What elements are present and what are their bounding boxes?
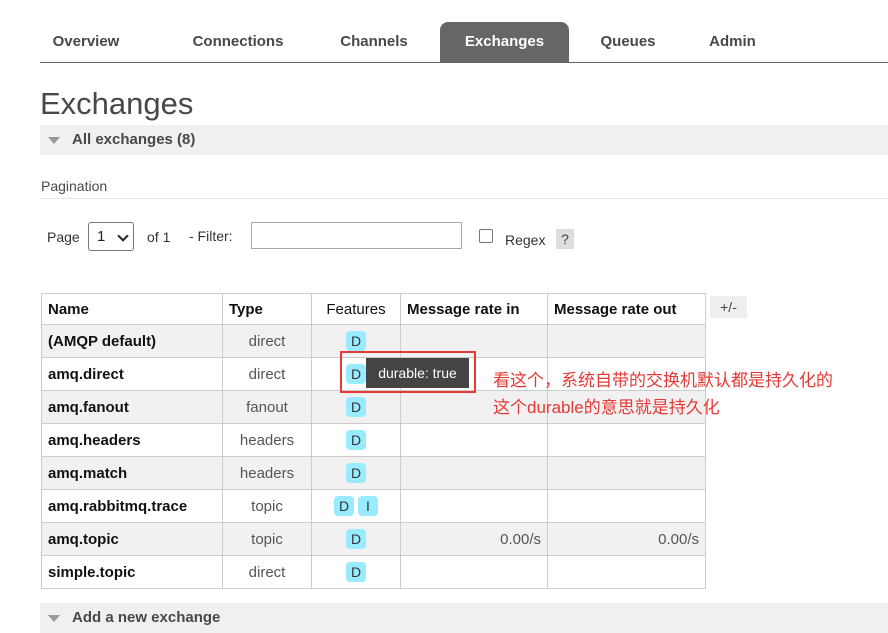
- collapse-triangle-icon: [48, 615, 60, 622]
- tab-channels[interactable]: Channels: [325, 22, 423, 62]
- tab-admin[interactable]: Admin: [695, 22, 770, 62]
- col-header-rate-out: Message rate out: [547, 293, 706, 325]
- nav-tabs: Overview Connections Channels Exchanges …: [40, 22, 888, 63]
- filter-label: - Filter:: [189, 228, 233, 244]
- table-header-row: Name Type Features Message rate in Messa…: [41, 293, 706, 325]
- exchange-type: direct: [222, 555, 312, 589]
- table-row: amq.topic topic D 0.00/s 0.00/s: [41, 522, 706, 556]
- exchange-type: topic: [222, 522, 312, 556]
- page-title: Exchanges: [40, 86, 194, 121]
- rate-out-cell: 0.00/s: [547, 522, 706, 556]
- exchange-name-link[interactable]: simple.topic: [41, 555, 223, 589]
- features-cell: D: [311, 522, 401, 556]
- rate-in-cell: [400, 489, 548, 523]
- exchange-name-link[interactable]: amq.match: [41, 456, 223, 490]
- collapse-triangle-icon: [48, 137, 60, 144]
- exchange-type: direct: [222, 357, 312, 391]
- durable-badge[interactable]: D: [334, 496, 354, 516]
- page-count-label: of 1: [147, 229, 171, 245]
- col-header-features: Features: [311, 293, 401, 325]
- column-toggle-button[interactable]: +/-: [710, 296, 747, 318]
- durable-badge[interactable]: D: [346, 529, 366, 549]
- rate-out-cell: [547, 324, 706, 358]
- rate-out-cell: [547, 423, 706, 457]
- features-cell: D: [311, 555, 401, 589]
- exchange-type: fanout: [222, 390, 312, 424]
- regex-label: Regex: [505, 232, 546, 248]
- exchange-name-link[interactable]: amq.topic: [41, 522, 223, 556]
- col-header-name[interactable]: Name: [41, 293, 223, 325]
- durable-badge[interactable]: D: [346, 397, 366, 417]
- exchange-name-link[interactable]: amq.direct: [41, 357, 223, 391]
- add-exchange-label: Add a new exchange: [72, 609, 221, 626]
- rate-in-cell: [400, 423, 548, 457]
- rate-out-cell: [547, 456, 706, 490]
- exchange-name-link[interactable]: amq.headers: [41, 423, 223, 457]
- page-select[interactable]: 1: [88, 222, 134, 251]
- exchange-name-link[interactable]: amq.rabbitmq.trace: [41, 489, 223, 523]
- exchange-name-link[interactable]: amq.fanout: [41, 390, 223, 424]
- exchanges-table: Name Type Features Message rate in Messa…: [41, 293, 706, 589]
- tab-exchanges[interactable]: Exchanges: [440, 22, 569, 62]
- table-row: amq.match headers D: [41, 456, 706, 490]
- table-row: simple.topic direct D: [41, 555, 706, 589]
- features-cell: D: [311, 423, 401, 457]
- rate-out-cell: [547, 489, 706, 523]
- durable-badge[interactable]: D: [346, 430, 366, 450]
- durable-badge[interactable]: D: [346, 463, 366, 483]
- annotation-line-1: 看这个，系统自带的交换机默认都是持久化的: [493, 371, 833, 390]
- chevron-down-icon: [117, 230, 129, 242]
- table-row: amq.rabbitmq.trace topic DI: [41, 489, 706, 523]
- pagination-divider: [40, 198, 888, 199]
- page-label: Page: [47, 229, 80, 245]
- exchange-name-link[interactable]: (AMQP default): [41, 324, 223, 358]
- regex-checkbox[interactable]: [479, 229, 493, 243]
- features-cell: D: [311, 390, 401, 424]
- internal-badge[interactable]: I: [358, 496, 378, 516]
- table-row: amq.headers headers D: [41, 423, 706, 457]
- pagination-heading: Pagination: [41, 178, 108, 194]
- annotation-note: 看这个，系统自带的交换机默认都是持久化的 这个durable的意思就是持久化: [493, 367, 833, 421]
- col-header-type[interactable]: Type: [222, 293, 312, 325]
- exchange-type: headers: [222, 423, 312, 457]
- annotation-highlight-box: [340, 351, 476, 393]
- features-cell: DI: [311, 489, 401, 523]
- rate-in-cell: [400, 555, 548, 589]
- tab-connections[interactable]: Connections: [177, 22, 299, 62]
- exchange-type: headers: [222, 456, 312, 490]
- annotation-line-2: 这个durable的意思就是持久化: [493, 398, 720, 417]
- all-exchanges-label: All exchanges (8): [72, 131, 196, 148]
- help-icon[interactable]: ?: [556, 229, 574, 249]
- rate-in-cell: [400, 456, 548, 490]
- rate-out-cell: [547, 555, 706, 589]
- exchange-type: topic: [222, 489, 312, 523]
- durable-badge[interactable]: D: [346, 331, 366, 351]
- col-header-rate-in: Message rate in: [400, 293, 548, 325]
- page-select-value: 1: [97, 228, 106, 245]
- rate-in-cell: 0.00/s: [400, 522, 548, 556]
- tab-overview[interactable]: Overview: [40, 22, 132, 62]
- features-cell: D: [311, 456, 401, 490]
- filter-input[interactable]: [251, 222, 462, 249]
- tab-queues[interactable]: Queues: [587, 22, 669, 62]
- durable-badge[interactable]: D: [346, 562, 366, 582]
- all-exchanges-section-toggle[interactable]: All exchanges (8): [40, 125, 888, 155]
- exchange-type: direct: [222, 324, 312, 358]
- add-exchange-section-toggle[interactable]: Add a new exchange: [40, 603, 888, 633]
